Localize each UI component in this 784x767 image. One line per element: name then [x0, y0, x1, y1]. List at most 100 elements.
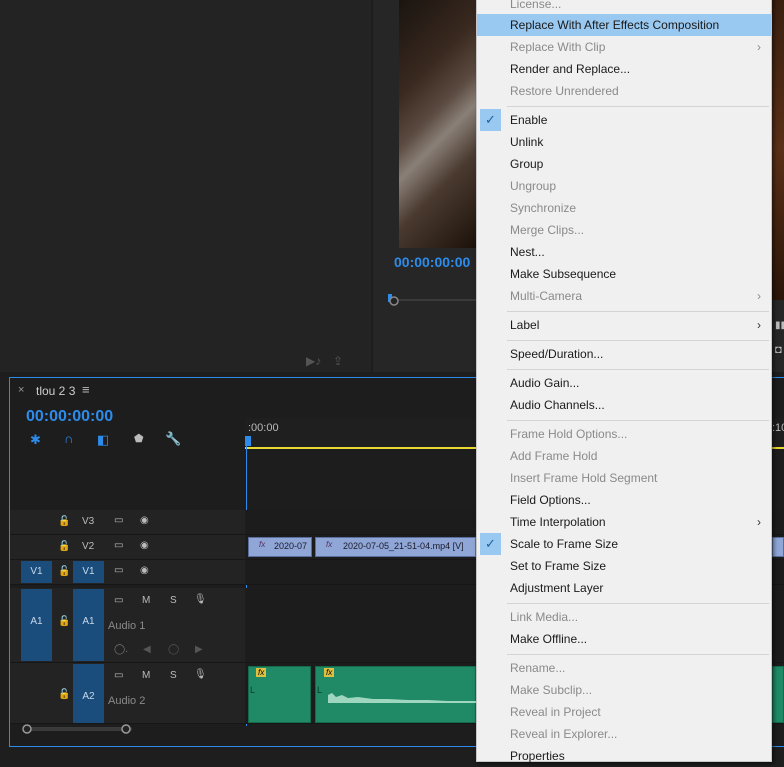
submenu-arrow-icon: ›	[757, 318, 761, 332]
audio-clip-a2-1[interactable]: fx L	[248, 666, 311, 723]
menu-item-label[interactable]: Label ›	[477, 314, 771, 336]
menu-separator	[507, 420, 769, 421]
timeline-zoom-scrollbar[interactable]	[20, 722, 140, 736]
fx-badge-icon: fx	[324, 668, 335, 677]
export-frame-icon[interactable]: ⇪	[333, 354, 343, 368]
solo-button[interactable]: S	[170, 670, 177, 681]
track-header-v1: V1 🔓 V1 ▭ ◉	[10, 560, 245, 585]
sync-lock-icon[interactable]: ▭	[114, 595, 123, 606]
source-patch-a1[interactable]: A1	[21, 589, 52, 661]
next-keyframe-icon[interactable]: ▶	[195, 644, 203, 655]
menu-item-make-subsequence[interactable]: Make Subsequence	[477, 263, 771, 285]
keyframe-toggle-icon[interactable]: ◯.	[114, 644, 128, 655]
menu-item-set-to-frame-size[interactable]: Set to Frame Size	[477, 555, 771, 577]
track-header-v3: 🔓 V3 ▭ ◉	[10, 510, 245, 535]
program-timecode[interactable]: 00:00:00:00	[394, 254, 470, 270]
playhead[interactable]	[245, 436, 251, 446]
menu-item-frame-hold-options[interactable]: Frame Hold Options...	[477, 423, 771, 445]
menu-item-link-media[interactable]: Link Media...	[477, 606, 771, 628]
track-target-a2[interactable]: A2	[73, 664, 104, 723]
eye-icon[interactable]: ◉	[140, 515, 149, 526]
source-patch-v1[interactable]: V1	[21, 561, 52, 583]
zoom-handle-right-icon[interactable]	[121, 724, 131, 734]
wrench-settings-icon[interactable]: 🔧	[165, 431, 181, 447]
lock-icon[interactable]: 🔓	[58, 616, 70, 627]
track-target-a1[interactable]: A1	[73, 589, 104, 661]
menu-item-restore-unrendered[interactable]: Restore Unrendered	[477, 80, 771, 102]
play-stop-icon[interactable]: ▮▮	[775, 320, 784, 331]
camera-icon[interactable]: ◘	[775, 344, 782, 356]
lock-icon[interactable]: 🔓	[58, 516, 70, 527]
menu-item-reveal-in-project[interactable]: Reveal in Project	[477, 701, 771, 723]
solo-button[interactable]: S	[170, 595, 177, 606]
menu-item-merge-clips[interactable]: Merge Clips...	[477, 219, 771, 241]
insert-icon[interactable]: ▶♪	[306, 354, 321, 368]
snap-magnet-icon[interactable]: ∩	[64, 431, 73, 446]
menu-item-multi-camera[interactable]: Multi-Camera ›	[477, 285, 771, 307]
menu-item-properties[interactable]: Properties	[477, 745, 771, 767]
menu-item-group[interactable]: Group	[477, 153, 771, 175]
menu-item-speed-duration[interactable]: Speed/Duration...	[477, 343, 771, 365]
menu-item-reveal-in-explorer[interactable]: Reveal in Explorer...	[477, 723, 771, 745]
menu-separator	[507, 340, 769, 341]
menu-item-synchronize[interactable]: Synchronize	[477, 197, 771, 219]
menu-item-add-frame-hold[interactable]: Add Frame Hold	[477, 445, 771, 467]
track-label-v3: V3	[82, 516, 95, 527]
menu-item-time-interpolation[interactable]: Time Interpolation ›	[477, 511, 771, 533]
add-marker-icon[interactable]: ⬟	[134, 432, 144, 445]
menu-item-unlink[interactable]: Unlink	[477, 131, 771, 153]
fx-badge-icon: fx	[257, 540, 268, 549]
audio-clip-a2-3[interactable]	[772, 666, 784, 723]
video-clip-v2-1[interactable]: fx 2020-07	[248, 537, 312, 557]
zoom-handle-icon[interactable]	[389, 296, 399, 306]
program-video-frame	[399, 0, 479, 248]
eye-icon[interactable]: ◉	[140, 565, 149, 576]
menu-item-replace-with-clip[interactable]: Replace With Clip ›	[477, 36, 771, 58]
sync-lock-icon[interactable]: ▭	[114, 565, 123, 576]
menu-item-replace-with-after-effects-composition[interactable]: Replace With After Effects Composition	[477, 14, 771, 36]
menu-item-render-and-replace[interactable]: Render and Replace...	[477, 58, 771, 80]
mute-button[interactable]: M	[142, 670, 150, 681]
menu-item-rename[interactable]: Rename...	[477, 657, 771, 679]
add-keyframe-icon[interactable]: ◯	[168, 644, 179, 655]
menu-item-field-options[interactable]: Field Options...	[477, 489, 771, 511]
sync-lock-icon[interactable]: ▭	[114, 515, 123, 526]
menu-item-nest[interactable]: Nest...	[477, 241, 771, 263]
video-clip-v2-2[interactable]: fx 2020-07-05_21-51-04.mp4 [V]	[315, 537, 476, 557]
menu-item-scale-to-frame-size[interactable]: ✓ Scale to Frame Size	[477, 533, 771, 555]
prev-keyframe-icon[interactable]: ◀	[143, 644, 151, 655]
timeline-timecode[interactable]: 00:00:00:00	[26, 408, 113, 426]
lock-icon[interactable]: 🔓	[58, 541, 70, 552]
audio-channel-marker: L	[250, 685, 256, 695]
lock-icon[interactable]: 🔓	[58, 689, 70, 700]
close-tab-icon[interactable]: ×	[18, 384, 24, 396]
panel-menu-icon[interactable]: ≡	[82, 382, 90, 397]
menu-separator	[507, 654, 769, 655]
sequence-tab-name[interactable]: tlou 2 3	[36, 384, 75, 398]
sync-lock-icon[interactable]: ▭	[114, 670, 123, 681]
program-scrubber[interactable]	[388, 294, 478, 306]
menu-item-ungroup[interactable]: Ungroup	[477, 175, 771, 197]
menu-item-adjustment-layer[interactable]: Adjustment Layer	[477, 577, 771, 599]
track-header-a1: A1 🔓 A1 ▭ M S 🎙 Audio 1 ◯. ◀ ◯ ▶	[10, 588, 245, 663]
menu-item-license[interactable]: License...	[477, 0, 771, 15]
menu-item-enable[interactable]: ✓ Enable	[477, 109, 771, 131]
menu-item-make-subclip[interactable]: Make Subclip...	[477, 679, 771, 701]
microphone-icon[interactable]: 🎙	[194, 594, 207, 605]
eye-icon[interactable]: ◉	[140, 540, 149, 551]
linked-selection-icon[interactable]: ◧	[97, 432, 109, 448]
track-target-v1[interactable]: V1	[73, 561, 104, 583]
menu-item-insert-frame-hold-segment[interactable]: Insert Frame Hold Segment	[477, 467, 771, 489]
lock-icon[interactable]: 🔓	[58, 566, 70, 577]
audio-clip-a2-2[interactable]: fx L	[315, 666, 476, 723]
microphone-icon[interactable]: 🎙	[194, 669, 207, 680]
menu-item-make-offline[interactable]: Make Offline...	[477, 628, 771, 650]
menu-item-audio-gain[interactable]: Audio Gain...	[477, 372, 771, 394]
video-clip-v2-3[interactable]	[772, 537, 784, 557]
menu-item-audio-channels[interactable]: Audio Channels...	[477, 394, 771, 416]
mute-button[interactable]: M	[142, 595, 150, 606]
zoom-handle-left-icon[interactable]	[22, 724, 32, 734]
track-name-a2: Audio 2	[108, 695, 146, 707]
sync-lock-icon[interactable]: ▭	[114, 540, 123, 551]
nest-toggle-icon[interactable]: ✱	[30, 432, 41, 448]
